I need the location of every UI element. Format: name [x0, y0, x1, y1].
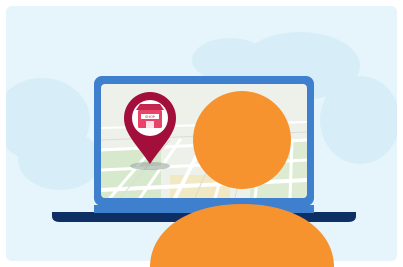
cloud-blob	[320, 76, 397, 164]
cloud-blob	[18, 130, 102, 190]
storefront-icon: SHOP	[136, 104, 164, 128]
cloud-blob	[192, 38, 268, 82]
store-sign-text: SHOP	[145, 115, 156, 119]
person-head	[193, 91, 291, 189]
illustration-scene: SHOP	[0, 0, 403, 267]
illustration-svg: SHOP	[6, 6, 397, 267]
